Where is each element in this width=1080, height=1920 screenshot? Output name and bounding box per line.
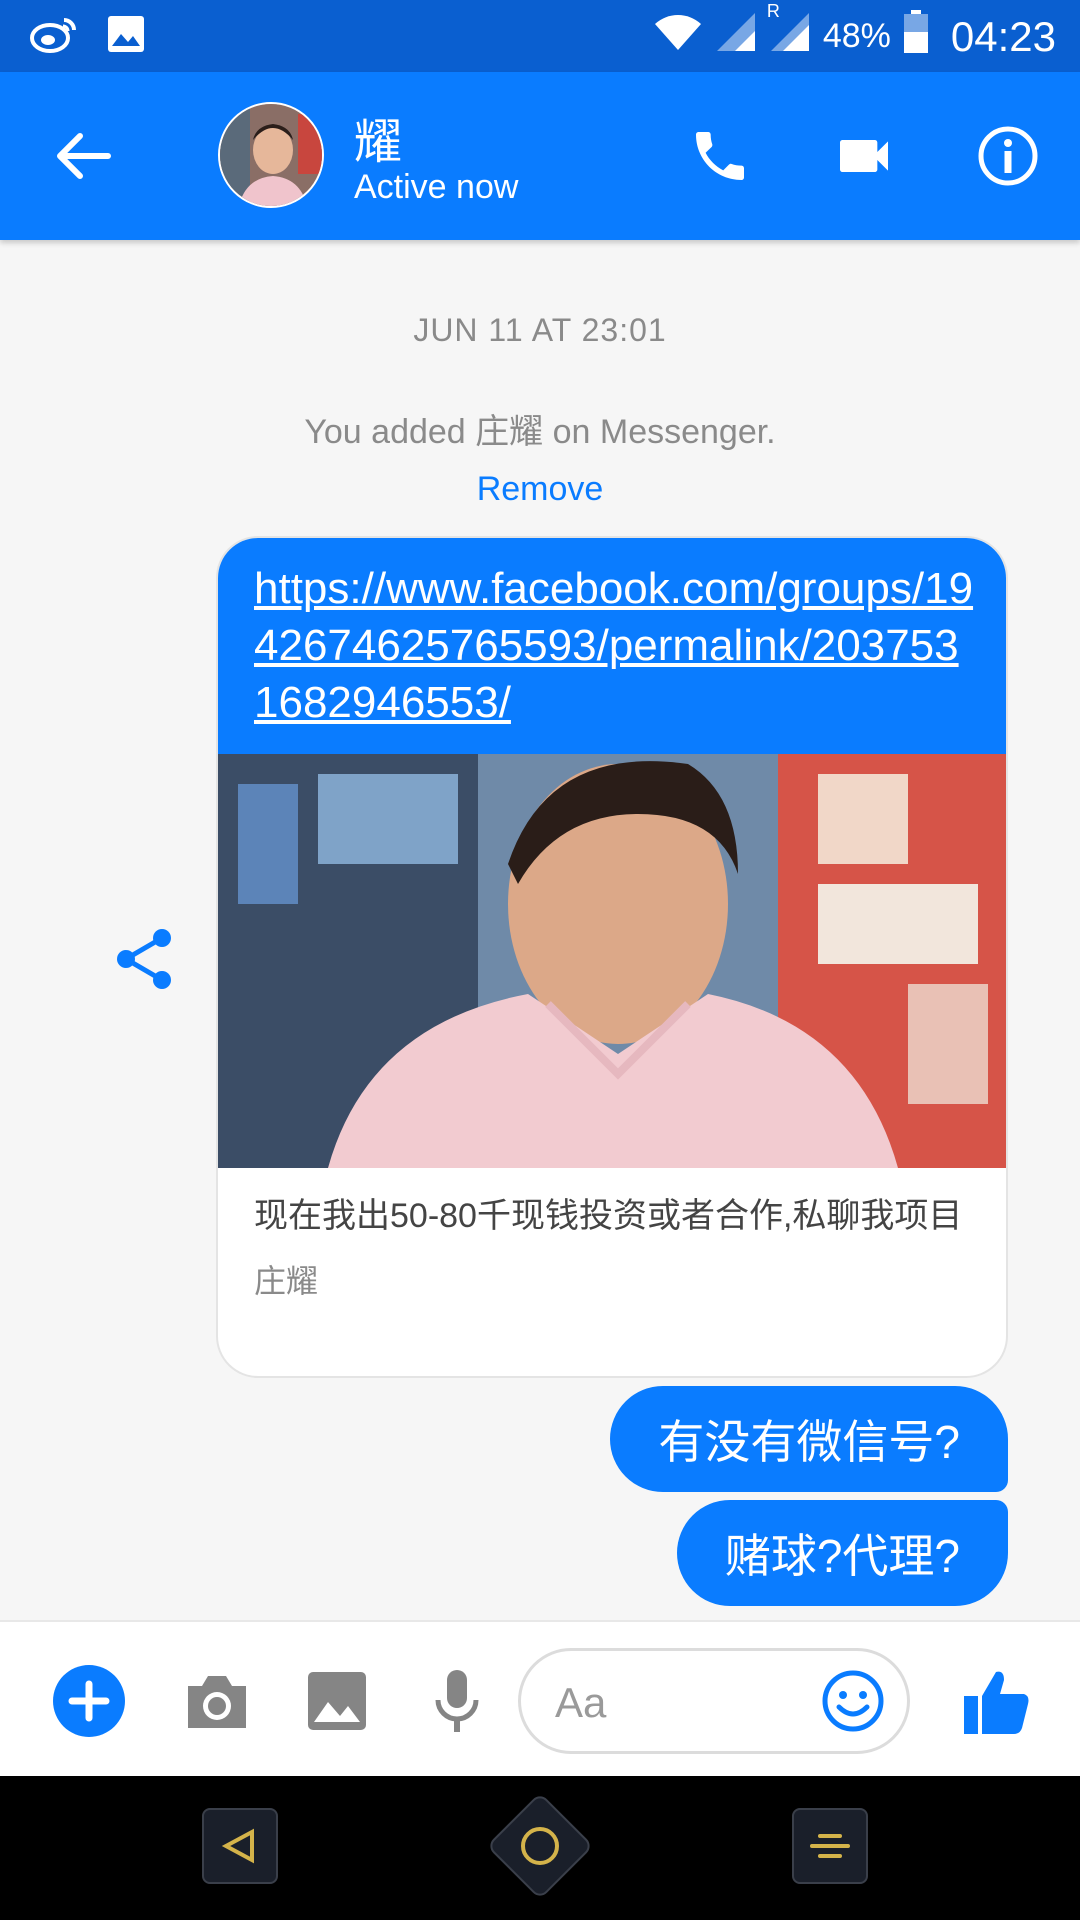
nav-recents-button[interactable] [792, 1808, 868, 1884]
link-preview-source: 庄耀 [254, 1263, 319, 1299]
camera-icon[interactable] [180, 1664, 254, 1738]
gallery-notification-icon [106, 14, 146, 59]
phone-call-icon[interactable] [688, 124, 752, 188]
signal-roaming-icon: R [767, 1, 811, 62]
nav-back-button[interactable] [202, 1808, 278, 1884]
added-notice: You added 庄耀 on Messenger. [304, 413, 776, 451]
roaming-indicator: R [766, 1, 780, 21]
remove-link[interactable]: Remove [0, 470, 1080, 509]
message-text: 有没有微信号? [658, 1416, 960, 1468]
status-bar: R 48% 04:23 [0, 0, 1080, 72]
nav-back-icon [221, 1828, 254, 1864]
video-call-icon[interactable] [832, 124, 896, 188]
system-nav-bar [0, 1776, 1080, 1920]
add-more-icon[interactable] [52, 1664, 126, 1738]
link-preview-image[interactable] [218, 754, 1006, 1168]
microphone-icon[interactable] [420, 1664, 494, 1738]
back-arrow-icon[interactable] [50, 126, 120, 186]
thumbs-up-icon[interactable] [960, 1664, 1034, 1738]
conversation-header: 耀 Active now [0, 72, 1080, 240]
thread-timestamp: JUN 11 AT 23:01 [413, 312, 667, 348]
active-status: Active now [354, 168, 519, 206]
message-bubble[interactable]: 赌球?代理? [676, 1500, 1008, 1606]
nav-recents-icon [810, 1834, 850, 1858]
shared-link-url[interactable]: https://www.facebook.com/groups/19426746… [218, 538, 1006, 754]
remove-label[interactable]: Remove [477, 470, 604, 508]
signal-icon [715, 11, 757, 62]
message-composer: Aa [0, 1620, 1080, 1776]
message-input[interactable]: Aa [518, 1648, 910, 1754]
weibo-icon [30, 14, 78, 59]
link-preview-title: 现在我出50-80千现钱投资或者合作,私聊我项目 [254, 1197, 963, 1235]
info-icon[interactable] [976, 124, 1040, 188]
message-bubble[interactable]: 有没有微信号? [610, 1386, 1008, 1492]
nav-home-button[interactable] [486, 1792, 594, 1900]
avatar[interactable] [218, 102, 324, 208]
battery-percent: 48% [822, 17, 891, 55]
battery-icon [903, 10, 929, 63]
share-icon[interactable] [112, 926, 178, 992]
message-thread[interactable]: JUN 11 AT 23:01 You added 庄耀 on Messenge… [0, 240, 1080, 1620]
emoji-icon[interactable] [821, 1669, 885, 1733]
shared-link-card[interactable]: https://www.facebook.com/groups/19426746… [216, 536, 1008, 1378]
wifi-icon [653, 12, 703, 61]
message-input-placeholder[interactable]: Aa [555, 1679, 606, 1727]
message-text: 赌球?代理? [724, 1530, 960, 1582]
clock: 04:23 [950, 12, 1056, 60]
gallery-icon[interactable] [300, 1664, 374, 1738]
nav-home-icon [521, 1827, 559, 1865]
contact-name: 耀 [354, 116, 403, 169]
